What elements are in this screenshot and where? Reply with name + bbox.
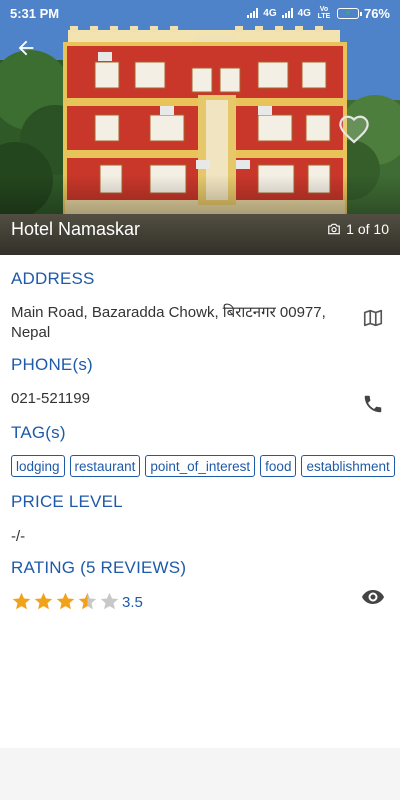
photo-counter-text: 1 of 10: [346, 221, 389, 237]
star-icon: [12, 592, 31, 610]
battery-percent: 76%: [363, 5, 390, 21]
tag-chip[interactable]: establishment: [301, 455, 395, 477]
tag-chip[interactable]: food: [260, 455, 297, 477]
phone-number[interactable]: 021-521199: [11, 389, 90, 409]
status-time: 5:31 PM: [10, 5, 60, 21]
network-type-1: 4G: [263, 7, 277, 19]
network-type-2: 4G: [297, 7, 311, 19]
favorite-button[interactable]: [326, 105, 382, 153]
price-level-value: -/-: [11, 528, 26, 545]
hero-gradient: [0, 175, 400, 255]
star-icon: [34, 592, 53, 610]
signal-icon: [247, 8, 259, 18]
phone-heading: PHONE(s): [11, 355, 93, 374]
tag-chip[interactable]: restaurant: [69, 455, 141, 477]
heart-outline-icon: [339, 115, 369, 144]
footer-area: [0, 748, 400, 800]
photo-counter[interactable]: 1 of 10: [327, 221, 389, 237]
address-line-1: Main Road, Bazaradda Chowk, बिराटनगर 009…: [11, 304, 326, 321]
battery-icon: ⚡: [336, 7, 362, 19]
volte-label: Vo LTE: [317, 6, 331, 20]
map-icon: [363, 309, 383, 327]
signal-icon: [281, 8, 293, 18]
eye-icon: [362, 590, 384, 604]
rating-stars: [11, 591, 120, 612]
address-line-2: Nepal: [11, 324, 51, 341]
call-button[interactable]: [360, 391, 386, 417]
back-button[interactable]: [12, 34, 40, 62]
star-icon: [56, 592, 75, 610]
star-icon: [78, 592, 97, 610]
camera-icon: [328, 223, 341, 235]
price-level-heading: PRICE LEVEL: [11, 492, 123, 511]
star-icon: [100, 592, 119, 610]
tag-list: lodging restaurant point_of_interest foo…: [11, 455, 400, 477]
address-heading: ADDRESS: [11, 269, 95, 288]
rating-value: 3.5: [122, 594, 143, 611]
tag-chip[interactable]: point_of_interest: [145, 455, 256, 477]
details-panel: ADDRESS Main Road, Bazaradda Chowk, बिरा…: [0, 255, 400, 748]
arrow-left-icon: [18, 40, 34, 56]
hotel-name: Hotel Namaskar: [11, 219, 141, 239]
hotel-photo[interactable]: 5:31 PM 4G 4G Vo LTE ⚡ 76% Hotel Namaska…: [0, 0, 400, 255]
view-reviews-button[interactable]: [360, 584, 386, 610]
tag-chip[interactable]: lodging: [11, 455, 65, 477]
tags-heading: TAG(s): [11, 423, 66, 442]
phone-icon: [364, 395, 382, 413]
rating-heading: RATING (5 REVIEWS): [11, 558, 187, 577]
status-bar: 5:31 PM 4G 4G Vo LTE ⚡ 76%: [0, 0, 400, 26]
map-button[interactable]: [360, 305, 386, 331]
address-text: Main Road, Bazaradda Chowk, बिराटनगर 009…: [11, 303, 326, 343]
